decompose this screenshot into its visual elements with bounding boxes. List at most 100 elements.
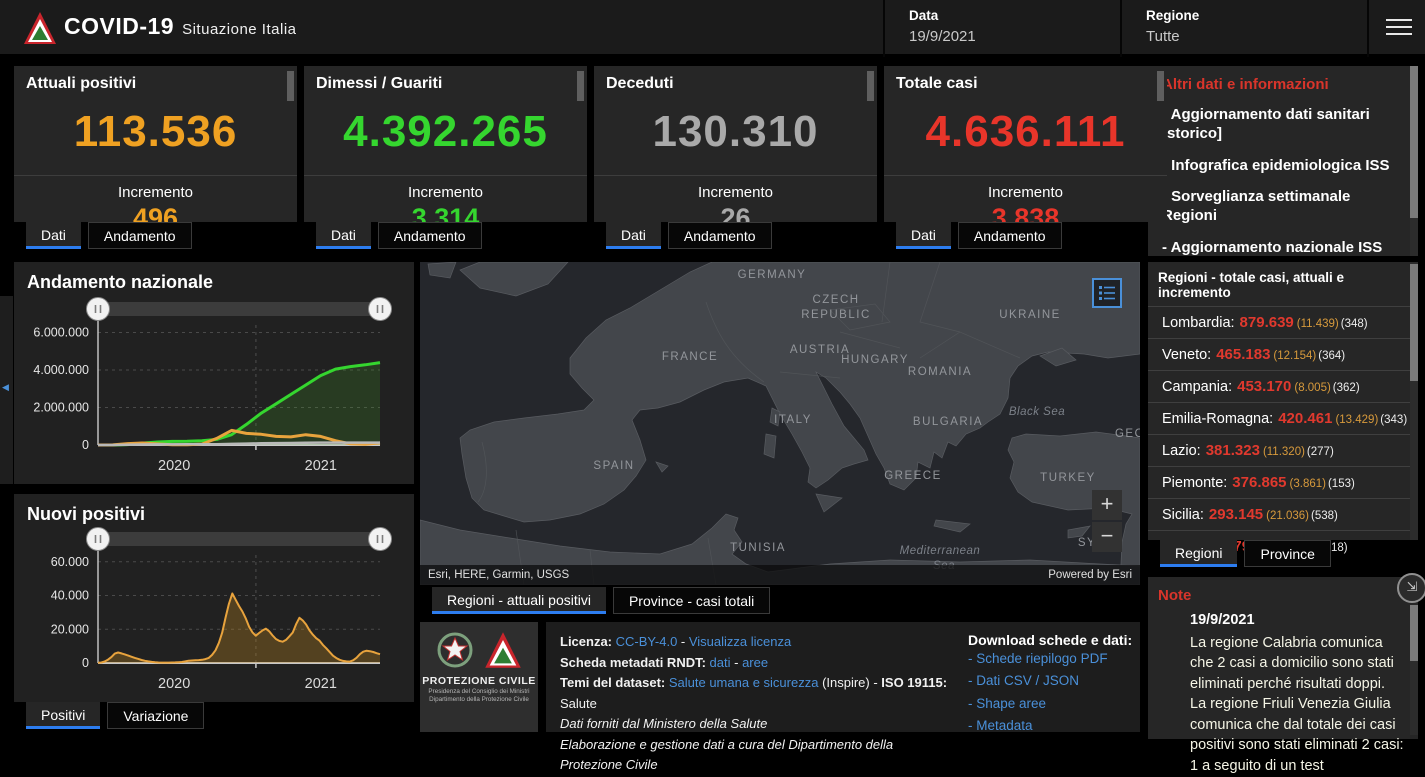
increment-label: Incremento <box>884 184 1167 201</box>
time-slider-handle[interactable] <box>87 528 110 551</box>
download-link[interactable]: - Shape aree <box>968 693 1140 715</box>
nuovi-positivi-chart[interactable]: 020.00040.00060.00020202021 <box>14 525 414 697</box>
menu-icon[interactable] <box>1386 19 1412 37</box>
europe-map[interactable]: GERMANYCZECHREPUBLICUKRAINEFRANCEAUSTRIA… <box>420 262 1140 585</box>
scrollbar-thumb[interactable] <box>1410 66 1418 218</box>
scrollbar-thumb[interactable] <box>1410 264 1418 381</box>
map-label-romania: ROMANIA <box>908 366 972 378</box>
license-link[interactable]: CC-BY-4.0 <box>616 634 678 649</box>
tab-andamento[interactable]: Andamento <box>668 222 772 249</box>
scrollbar-thumb[interactable] <box>867 71 874 101</box>
panel-collapse-handle[interactable]: ◀ <box>0 296 13 484</box>
tab-positivi[interactable]: Positivi <box>26 702 100 729</box>
card-tabbar-totale-casi: Dati Andamento <box>896 222 1062 249</box>
tab-andamento[interactable]: Andamento <box>378 222 482 249</box>
svg-text:60.000: 60.000 <box>51 555 89 569</box>
svg-text:40.000: 40.000 <box>51 589 89 603</box>
rndt-dati-link[interactable]: dati <box>710 655 731 670</box>
download-link[interactable]: - Dati CSV / JSON <box>968 670 1140 692</box>
altri-dati-link[interactable]: - Sorveglianza settimanale Regioni <box>1148 175 1418 226</box>
card-tabbar-deceduti: Dati Andamento <box>606 222 772 249</box>
tricolor-triangle-icon <box>483 630 523 670</box>
svg-text:20.000: 20.000 <box>51 622 89 636</box>
map-label-hungary: HUNGARY <box>841 354 909 366</box>
card-tabbar-dimessi-guariti: Dati Andamento <box>316 222 482 249</box>
scrollbar-track[interactable] <box>1410 605 1418 735</box>
tab-andamento[interactable]: Andamento <box>88 222 192 249</box>
scrollbar-thumb[interactable] <box>287 71 294 101</box>
rndt-aree-link[interactable]: aree <box>742 655 768 670</box>
map-label-tunisia: TUNISIA <box>730 542 786 554</box>
svg-text:0: 0 <box>82 656 89 670</box>
download-link[interactable]: - Schede riepilogo PDF <box>968 648 1140 670</box>
map-legend-button[interactable] <box>1092 278 1122 308</box>
tab-dati[interactable]: Dati <box>316 222 371 249</box>
tab-dati[interactable]: Dati <box>606 222 661 249</box>
region-row: Campania:453.170(8.005)(362) <box>1148 370 1418 402</box>
note-panel: ⇲ Note 19/9/2021 La regione Calabria com… <box>1148 577 1418 739</box>
altri-dati-link[interactable]: - Infografica epidemiologica ISS <box>1148 144 1418 176</box>
time-slider-handle[interactable] <box>369 298 392 321</box>
time-slider-handle[interactable] <box>87 298 110 321</box>
region-row: Emilia-Romagna:420.461(13.429)(343) <box>1148 402 1418 434</box>
tab-andamento[interactable]: Andamento <box>958 222 1062 249</box>
map-label-geo: GEO <box>1115 428 1140 440</box>
divider <box>14 175 297 176</box>
map-label-ukraine: UKRAINE <box>999 309 1061 321</box>
license-line: Licenza: CC-BY-4.0 - Visualizza licenza <box>560 632 948 653</box>
scrollbar-track[interactable] <box>1410 66 1418 256</box>
logo-subtitle-1: Presidenza del Consiglio dei Ministri <box>428 688 529 695</box>
tab-variazione[interactable]: Variazione <box>107 702 204 729</box>
view-license-link[interactable]: Visualizza licenza <box>689 634 791 649</box>
svg-text:2021: 2021 <box>305 458 337 474</box>
scrollbar-thumb[interactable] <box>1157 71 1164 101</box>
card-title: Deceduti <box>594 66 877 93</box>
svg-text:2020: 2020 <box>158 676 190 692</box>
regioni-panel-title: Regioni - totale casi, attuali e increme… <box>1148 262 1418 306</box>
rndt-line: Scheda metadati RNDT: dati - aree <box>560 653 948 674</box>
region-value: Tutte <box>1146 28 1367 45</box>
card-value: 113.536 <box>14 107 297 157</box>
tab-map-regioni[interactable]: Regioni - attuali positivi <box>432 587 606 614</box>
page-subtitle: Situazione Italia <box>182 21 296 38</box>
time-slider-handle[interactable] <box>369 528 392 551</box>
map-zoom-out-button[interactable]: − <box>1092 522 1122 552</box>
download-title: Download schede e dati: <box>968 632 1140 648</box>
map-zoom-in-button[interactable]: + <box>1092 490 1122 520</box>
map-label-czech: CZECH <box>812 294 859 306</box>
stat-card-dimessi-guariti: Dimessi / Guariti4.392.265Incremento3.31… <box>304 66 587 222</box>
expand-icon[interactable]: ⇲ <box>1397 573 1425 603</box>
tab-map-province[interactable]: Province - casi totali <box>613 587 770 614</box>
map-label-black-sea: Black Sea <box>1009 406 1065 418</box>
tab-dati[interactable]: Dati <box>26 222 81 249</box>
download-link[interactable]: - Metadata <box>968 715 1140 737</box>
note-text: La regione Calabria comunica che 2 casi … <box>1190 633 1404 777</box>
map-label-france: FRANCE <box>662 351 718 363</box>
altri-dati-link[interactable]: - Aggiornamento nazionale ISS <box>1148 226 1418 258</box>
scrollbar-thumb[interactable] <box>1410 605 1418 661</box>
andamento-chart-title: Andamento nazionale <box>14 262 414 293</box>
regioni-panel: Regioni - totale casi, attuali e increme… <box>1148 262 1418 540</box>
card-value: 4.636.111 <box>884 107 1167 157</box>
stat-card-totale-casi: Totale casi4.636.111Incremento3.838 <box>884 66 1167 222</box>
altri-dati-title: Altri dati e informazioni <box>1148 66 1418 93</box>
region-row: Sicilia:293.145(21.036)(538) <box>1148 498 1418 530</box>
covid-dashboard: { "header": { "title": "COVID-19", "subt… <box>0 0 1425 739</box>
tab-dati[interactable]: Dati <box>896 222 951 249</box>
note-title: Note <box>1148 577 1418 604</box>
map-label-italy: ITALY <box>774 414 812 426</box>
map-label-republic: REPUBLIC <box>801 309 871 321</box>
temi-link[interactable]: Salute umana e sicurezza <box>669 675 819 690</box>
tab-province[interactable]: Province <box>1244 540 1330 567</box>
map-label-germany: GERMANY <box>738 269 807 281</box>
app-header: COVID-19Situazione Italia Data 19/9/2021… <box>0 0 1425 57</box>
andamento-chart[interactable]: 02.000.0004.000.0006.000.00020202021 <box>14 293 414 483</box>
italy-emblem-icon <box>435 630 475 670</box>
scrollbar-track[interactable] <box>1410 262 1418 540</box>
tab-regioni[interactable]: Regioni <box>1160 540 1237 567</box>
scrollbar-thumb[interactable] <box>577 71 584 101</box>
svg-text:2.000.000: 2.000.000 <box>33 401 89 415</box>
legend-list-icon <box>1098 285 1116 301</box>
download-box: Download schede e dati: - Schede riepilo… <box>958 622 1140 732</box>
altri-dati-link[interactable]: - Aggiornamento dati sanitari [storico] <box>1148 93 1418 144</box>
